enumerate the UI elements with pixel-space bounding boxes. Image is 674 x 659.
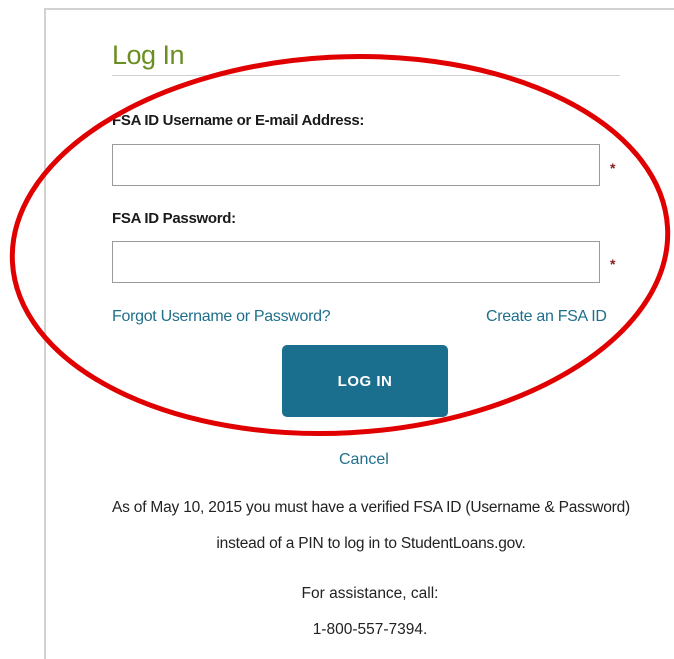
username-label: FSA ID Username or E-mail Address:: [112, 112, 365, 129]
title-divider: [112, 75, 620, 76]
password-required-marker: *: [610, 256, 616, 272]
assistance-phone: 1-800-557-7394.: [312, 621, 428, 638]
cancel-link[interactable]: Cancel: [339, 451, 389, 469]
password-input[interactable]: [112, 241, 600, 283]
pin-notice-text: As of May 10, 2015 you must have a verif…: [112, 499, 630, 552]
page-title: Log In: [112, 40, 185, 70]
password-label: FSA ID Password:: [112, 210, 236, 227]
username-required-marker: *: [610, 160, 616, 176]
log-in-button[interactable]: LOG IN: [282, 345, 448, 417]
assistance-label: For assistance, call:: [301, 585, 439, 602]
forgot-credentials-link[interactable]: Forgot Username or Password?: [112, 308, 331, 326]
login-page: Log In FSA ID Username or E-mail Address…: [0, 0, 674, 659]
assistance-info: For assistance, call: 1-800-557-7394.: [200, 576, 540, 648]
username-input[interactable]: [112, 144, 600, 186]
create-fsa-id-link[interactable]: Create an FSA ID: [486, 308, 607, 326]
